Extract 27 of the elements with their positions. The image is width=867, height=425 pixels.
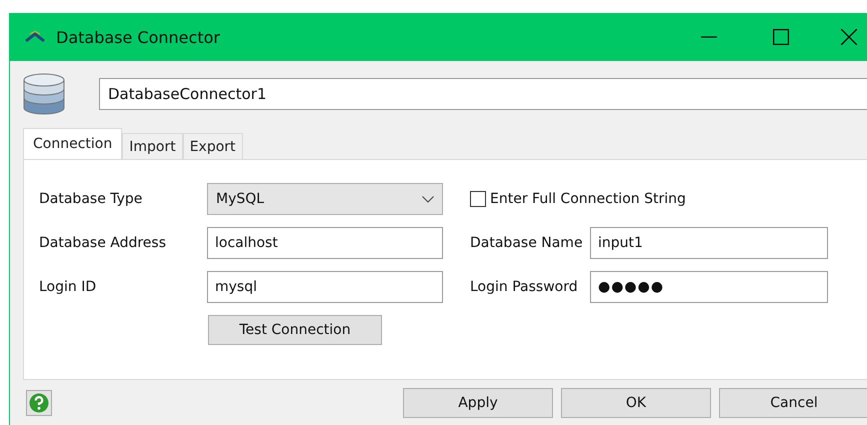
close-icon[interactable] xyxy=(841,29,857,45)
dialog-button[interactable]: Apply xyxy=(403,388,553,418)
checkbox[interactable] xyxy=(470,191,486,207)
dialog-button[interactable]: Cancel xyxy=(719,388,867,418)
test-connection-button[interactable]: Test Connection xyxy=(208,315,382,345)
help-icon[interactable] xyxy=(26,390,52,416)
checkbox-label: Enter Full Connection String xyxy=(490,191,686,207)
database-icon xyxy=(23,73,65,115)
field-label: Database Type xyxy=(39,191,144,207)
app-logo-icon xyxy=(24,31,46,43)
chevron-icon xyxy=(422,196,434,202)
database-type-dropdown[interactable]: MySQL xyxy=(207,183,443,215)
login-id-field[interactable]: mysql xyxy=(207,271,443,303)
tab[interactable]: Import xyxy=(122,133,183,159)
field-label: Database Address xyxy=(39,235,168,251)
dialog-button[interactable]: OK xyxy=(561,388,711,418)
field-label: Login ID xyxy=(39,279,98,295)
password-field[interactable]: ●●●●● xyxy=(590,271,828,303)
field-label: Database Name xyxy=(470,235,584,251)
window-title: Database Connector xyxy=(56,28,220,46)
tab[interactable]: Export xyxy=(182,133,243,159)
name-input-field[interactable]: DatabaseConnector1 xyxy=(99,78,867,110)
tab[interactable]: Connection xyxy=(23,128,122,159)
field-label: Login Password xyxy=(470,279,579,295)
database-name-field[interactable]: input1 xyxy=(590,227,828,259)
maximize-icon[interactable] xyxy=(773,29,789,45)
database-address-field[interactable]: localhost xyxy=(207,227,443,259)
